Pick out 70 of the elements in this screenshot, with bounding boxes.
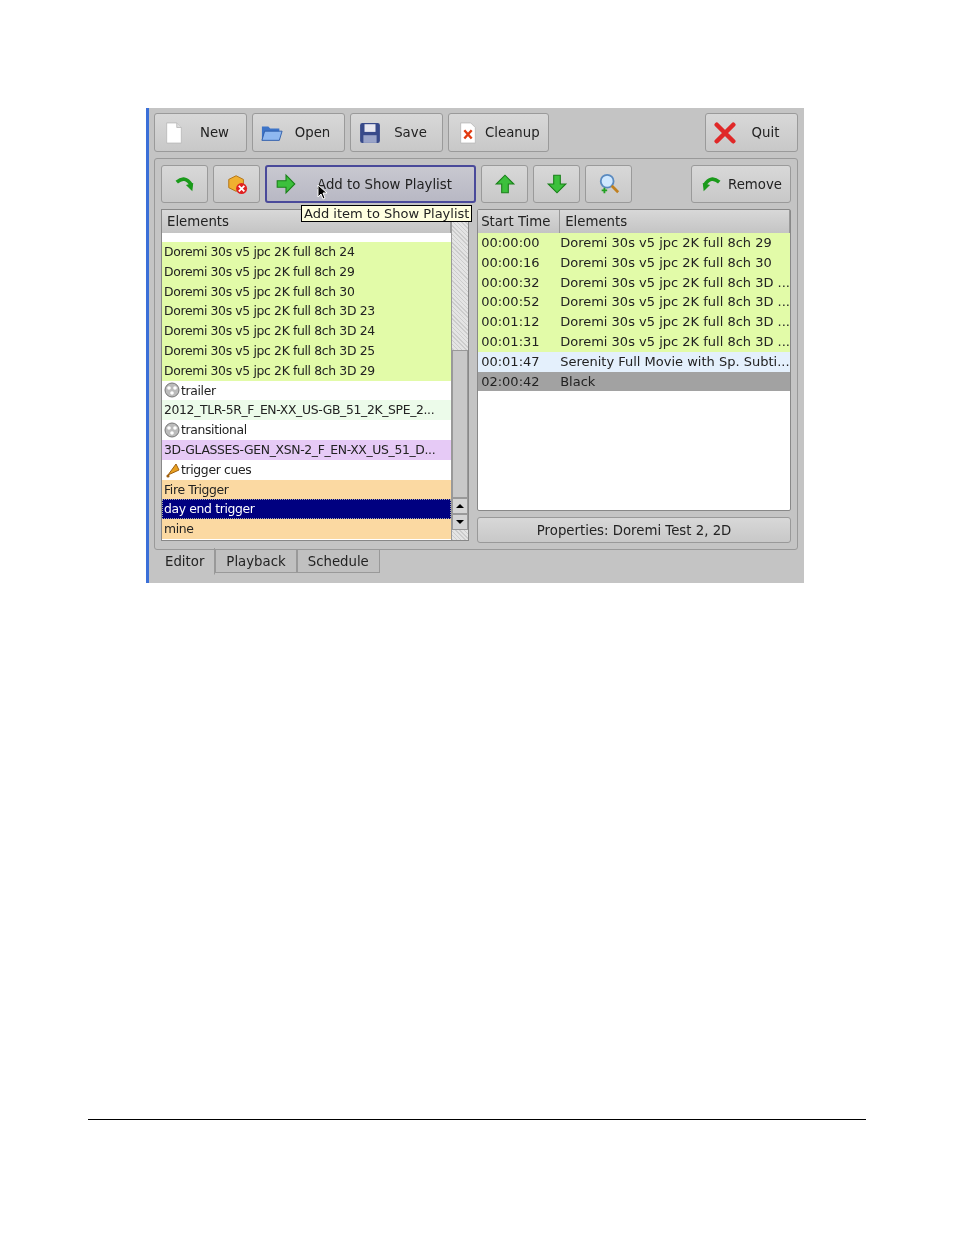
table-cell-text: 02:00:42 bbox=[480, 372, 541, 391]
playlist-row[interactable]: 00:01:12 Doremi 30s v5 jpc 2K full 8ch 3D ... bbox=[478, 312, 790, 332]
close-icon bbox=[714, 121, 736, 144]
right-arrow-icon bbox=[275, 173, 297, 195]
table-cell-text: Doremi 30s v5 jpc 2K full 8ch 30 bbox=[560, 253, 772, 272]
toolbar-button[interactable] bbox=[161, 165, 208, 203]
search-icon bbox=[597, 173, 620, 195]
table-cell-text: 00:01:31 bbox=[480, 333, 541, 351]
playlist-row[interactable]: 00:00:00 Doremi 30s v5 jpc 2K full 8ch 29 bbox=[478, 233, 790, 253]
table-cell-text: Doremi 30s v5 jpc 2K full 8ch 29 bbox=[560, 234, 772, 252]
group-label[interactable]: transitional bbox=[181, 420, 247, 440]
list-item[interactable]: day end trigger bbox=[162, 499, 452, 520]
column-header: Elements bbox=[560, 210, 790, 233]
down-arrow-icon bbox=[545, 173, 568, 195]
table-cell-text: 00:00:00 bbox=[480, 234, 541, 252]
list-item[interactable]: 2012_TLR-5R_F_EN-XX_US-GB_51_2K_SPE_2... bbox=[162, 400, 452, 421]
group-label[interactable]: trigger cues bbox=[181, 459, 252, 480]
list-item[interactable]: Doremi 30s v5 jpc 2K full 8ch 3D 29 bbox=[162, 360, 452, 381]
properties-button[interactable]: Properties: Doremi Test 2, 2D bbox=[477, 517, 791, 543]
quit-button[interactable]: Quit bbox=[705, 113, 798, 152]
document-x-icon bbox=[457, 121, 479, 144]
playlist-row[interactable]: 00:01:31 Doremi 30s v5 jpc 2K full 8ch 3D ... bbox=[478, 332, 790, 352]
toolbar-button[interactable]: Open bbox=[252, 113, 345, 152]
page-icon bbox=[163, 121, 185, 144]
playlist-row[interactable]: 00:01:47 Serenity Full Movie with Sp. Subti... bbox=[478, 351, 790, 372]
column-header: Start Time bbox=[478, 210, 561, 233]
list-item[interactable]: Doremi 30s v5 jpc 2K full 8ch 29 bbox=[162, 261, 452, 282]
playlist-row[interactable]: 00:00:16 Doremi 30s v5 jpc 2K full 8ch 30 bbox=[478, 252, 790, 273]
list-item[interactable]: Doremi 30s v5 jpc 2K full 8ch 30 bbox=[162, 281, 452, 302]
table-cell-text: Doremi 30s v5 jpc 2K full 8ch 3D ... bbox=[560, 293, 790, 312]
up-triangle-icon bbox=[456, 503, 465, 509]
toolbar-button[interactable] bbox=[585, 165, 632, 203]
list-item[interactable]: Doremi 30s v5 jpc 2K full 8ch 24 bbox=[162, 242, 452, 262]
list-item[interactable]: 3D-GLASSES-GEN_XSN-2_F_EN-XX_US_51_D... bbox=[162, 439, 452, 460]
toolbar-button[interactable]: New bbox=[154, 113, 247, 152]
table-cell-text: Doremi 30s v5 jpc 2K full 8ch 3D ... bbox=[560, 333, 790, 351]
up-arrow-icon bbox=[493, 173, 516, 195]
add-button[interactable]: Add to Show Playlist bbox=[265, 165, 476, 203]
box-delete-icon bbox=[225, 173, 248, 195]
table-cell-text: 00:01:12 bbox=[480, 313, 541, 332]
toolbar-button[interactable] bbox=[213, 165, 260, 203]
tab[interactable]: Playback bbox=[215, 550, 297, 573]
list-item[interactable]: Doremi 30s v5 jpc 2K full 8ch 3D 25 bbox=[162, 341, 452, 361]
playlist-row[interactable]: 00:00:52 Doremi 30s v5 jpc 2K full 8ch 3D ... bbox=[478, 292, 790, 313]
list-item[interactable]: Doremi 30s v5 jpc 2K full 8ch 3D 23 bbox=[162, 301, 452, 322]
playlist-row[interactable]: 00:00:32 Doremi 30s v5 jpc 2K full 8ch 3D ... bbox=[478, 272, 790, 293]
toolbar-button[interactable]: Cleanup bbox=[448, 113, 549, 152]
scrollbar-thumb[interactable] bbox=[452, 350, 469, 498]
down-triangle-icon bbox=[456, 519, 465, 525]
table-cell-text: Black bbox=[560, 372, 596, 391]
toolbar-button[interactable] bbox=[533, 165, 580, 203]
table-cell-text: Doremi 30s v5 jpc 2K full 8ch 3D ... bbox=[560, 313, 790, 332]
toolbar-button[interactable]: Save bbox=[350, 113, 443, 152]
table-cell-text: 00:01:47 bbox=[480, 352, 541, 371]
list-item[interactable]: Doremi 30s v5 jpc 2K full 8ch 3D 24 bbox=[162, 321, 452, 341]
tab[interactable]: Schedule bbox=[296, 550, 380, 573]
group-label[interactable]: trailer bbox=[181, 380, 216, 401]
table-cell-text: Doremi 30s v5 jpc 2K full 8ch 3D ... bbox=[560, 273, 790, 292]
tooltip: Add item to Show Playlist bbox=[301, 205, 473, 222]
table-cell-text: 00:00:32 bbox=[480, 273, 541, 292]
toolbar-button[interactable] bbox=[481, 165, 528, 203]
scroll-down-button[interactable] bbox=[452, 514, 469, 530]
table-cell-text: 00:00:52 bbox=[480, 293, 541, 312]
scroll-up-button[interactable] bbox=[452, 498, 469, 514]
table-cell-text: 00:00:16 bbox=[480, 253, 541, 272]
playlist-row[interactable]: 02:00:42 Black bbox=[478, 371, 790, 392]
list-item[interactable]: Fire Trigger bbox=[162, 479, 452, 500]
list-item[interactable]: mine bbox=[162, 519, 452, 539]
remove-button[interactable]: Remove bbox=[691, 165, 791, 203]
table-cell-text: Serenity Full Movie with Sp. Subti... bbox=[560, 352, 790, 371]
